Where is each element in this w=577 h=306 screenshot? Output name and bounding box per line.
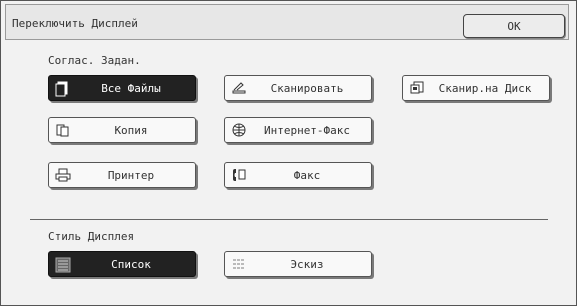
internet-fax-label: Интернет-Факс [263,124,351,137]
fax-label: Факс [293,169,321,182]
internet-fax-icon [231,123,247,137]
list-icon [55,257,71,273]
list-view-label: Список [111,258,151,271]
display-style-label: Стиль Дисплея [48,230,135,243]
title-bar: Переключить Дисплей OK [5,4,569,40]
printer-label: Принтер [107,169,155,182]
job-section-label: Соглас. Задан. [48,54,141,67]
section-divider [30,219,548,220]
all-files-icon [55,81,71,97]
dialog-title: Переключить Дисплей [12,17,138,30]
scanner-icon [231,81,247,95]
printer-button[interactable]: Принтер [48,162,196,188]
scan-label: Сканировать [270,82,344,95]
all-files-label: Все Файлы [101,82,161,95]
copy-icon [55,123,71,137]
internet-fax-button[interactable]: Интернет-Факс [224,117,372,143]
scan-to-disk-icon [409,81,425,95]
scan-to-disk-button[interactable]: Сканир.на Диск [402,75,550,101]
thumbnail-view-button[interactable]: Эскиз [224,251,372,277]
thumbnail-grid-icon [231,257,247,271]
copy-button[interactable]: Копия [48,117,196,143]
fax-button[interactable]: Факс [224,162,372,188]
list-view-button[interactable]: Список [48,251,196,277]
printer-icon [55,168,71,182]
scan-to-disk-label: Сканир.на Диск [438,82,532,95]
all-files-button[interactable]: Все Файлы [48,75,196,101]
scan-button[interactable]: Сканировать [224,75,372,101]
ok-button[interactable]: OK [463,14,565,38]
copy-label: Копия [114,124,148,137]
fax-icon [231,168,247,182]
thumbnail-view-label: Эскиз [290,258,324,271]
